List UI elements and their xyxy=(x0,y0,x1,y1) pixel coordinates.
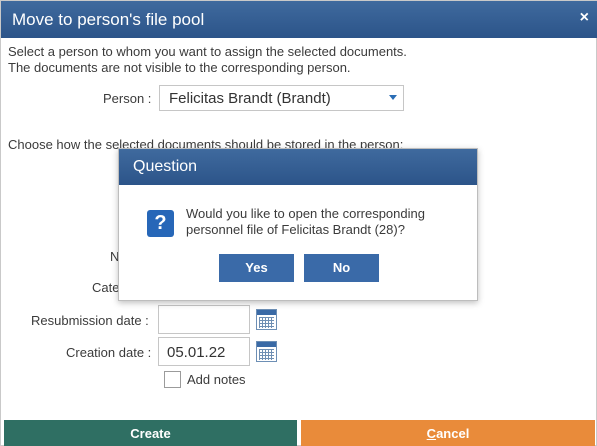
no-button[interactable]: No xyxy=(304,254,379,282)
chevron-down-icon[interactable] xyxy=(389,95,397,100)
add-notes-checkbox[interactable] xyxy=(164,371,181,388)
resubmission-date-label: Resubmission date : xyxy=(31,313,149,328)
category-label: Cate xyxy=(92,280,120,295)
calendar-icon[interactable] xyxy=(256,341,277,362)
intro-line-2: The documents are not visible to the cor… xyxy=(8,60,351,75)
question-line-1: Would you like to open the corresponding xyxy=(186,206,425,221)
person-label: Person : xyxy=(103,91,152,106)
question-mark-icon: ? xyxy=(147,210,174,237)
intro-line-1: Select a person to whom you want to assi… xyxy=(8,44,407,59)
question-message: Would you like to open the corresponding… xyxy=(186,206,425,238)
creation-date-label: Creation date : xyxy=(66,345,152,360)
cancel-accelerator: C xyxy=(426,426,437,441)
question-line-2: personnel file of Felicitas Brandt (28)? xyxy=(186,222,405,237)
cancel-label-rest: ancel xyxy=(436,426,470,441)
calendar-icon[interactable] xyxy=(256,309,277,330)
question-modal: Question ? Would you like to open the co… xyxy=(118,148,478,301)
creation-date-input[interactable]: 05.01.22 xyxy=(158,337,250,366)
create-button[interactable]: Create xyxy=(4,420,297,446)
dialog-title: Move to person's file pool xyxy=(12,10,205,29)
dialog-titlebar: Move to person's file pool × xyxy=(1,1,597,38)
question-modal-title: Question xyxy=(133,158,198,175)
intro-text: Select a person to whom you want to assi… xyxy=(8,44,407,76)
add-notes-label: Add notes xyxy=(187,372,246,387)
question-modal-titlebar: Question xyxy=(119,149,477,185)
close-icon[interactable]: × xyxy=(580,9,589,27)
resubmission-date-input[interactable] xyxy=(158,305,250,334)
cancel-button[interactable]: Cancel xyxy=(301,420,595,446)
person-select[interactable]: Felicitas Brandt (Brandt) xyxy=(159,85,404,111)
person-select-value: Felicitas Brandt (Brandt) xyxy=(169,90,331,107)
creation-date-value: 05.01.22 xyxy=(167,344,226,361)
yes-button[interactable]: Yes xyxy=(219,254,294,282)
